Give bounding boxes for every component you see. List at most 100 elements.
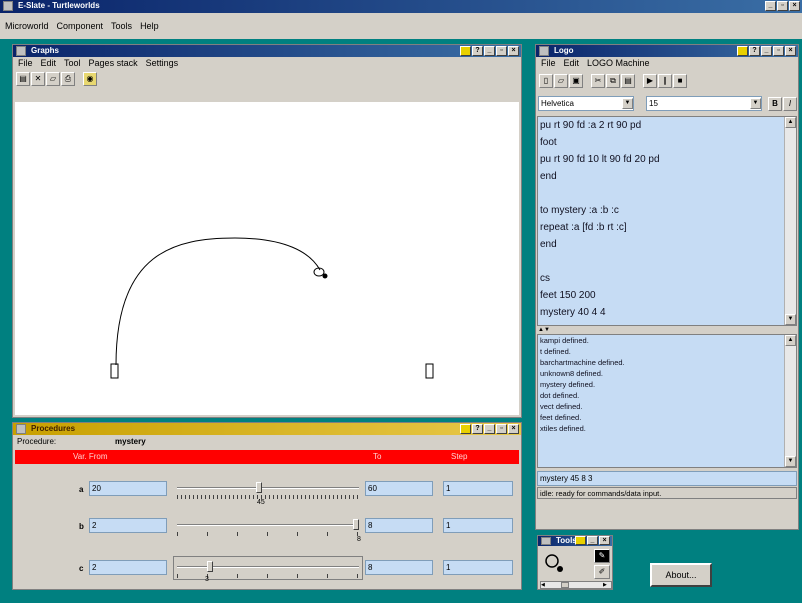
small-tool-title: Tools: [556, 536, 577, 545]
close-icon[interactable]: ×: [508, 46, 519, 56]
message-line: feet defined.: [540, 413, 582, 422]
slider-thumb-c[interactable]: [206, 561, 213, 572]
from-input-c[interactable]: 2: [89, 560, 167, 575]
header-to: To: [373, 452, 382, 461]
var-label-c: c: [79, 564, 84, 573]
open-icon[interactable]: ▱: [554, 74, 568, 88]
logo-title: Logo: [554, 46, 574, 55]
menu-help[interactable]: Help: [140, 13, 159, 39]
new-page-icon[interactable]: ▤: [16, 72, 30, 86]
new-file-icon[interactable]: ▯: [539, 74, 553, 88]
foot-left-icon: [110, 363, 119, 379]
turtle-icon[interactable]: ◉: [83, 72, 97, 86]
menu-microworld[interactable]: Microworld: [5, 13, 49, 39]
pin-icon[interactable]: [460, 46, 471, 56]
minimize-icon[interactable]: _: [484, 424, 495, 434]
save-icon[interactable]: ▣: [569, 74, 583, 88]
minimize-icon[interactable]: _: [761, 46, 772, 56]
message-line: dot defined.: [540, 391, 580, 400]
menu-tool[interactable]: Tool: [64, 57, 81, 70]
close-icon[interactable]: ×: [508, 424, 519, 434]
restore-icon[interactable]: ▫: [777, 1, 788, 11]
scroll-right-icon[interactable]: ▶: [603, 582, 611, 588]
open-icon[interactable]: ▱: [46, 72, 60, 86]
chevron-down-icon: ▼: [750, 98, 761, 109]
code-scrollbar[interactable]: ▲ ▼: [784, 117, 796, 325]
scroll-thumb[interactable]: [561, 582, 569, 588]
menu-pages-stack[interactable]: Pages stack: [89, 57, 138, 70]
run-icon[interactable]: ▶: [643, 74, 657, 88]
pause-icon[interactable]: ∥: [658, 74, 672, 88]
menu-logo-machine[interactable]: LOGO Machine: [587, 57, 650, 70]
menu-file[interactable]: File: [18, 57, 33, 70]
scroll-left-icon[interactable]: ◀: [541, 582, 549, 588]
var-label-b: b: [79, 522, 84, 531]
paste-icon[interactable]: ▤: [621, 74, 635, 88]
step-input-b[interactable]: 1: [443, 518, 513, 533]
scroll-up-icon[interactable]: ▲: [785, 335, 796, 346]
message-line: xtiles defined.: [540, 424, 586, 433]
pin-icon[interactable]: [737, 46, 748, 56]
maximize-icon[interactable]: ▫: [496, 46, 507, 56]
menu-settings[interactable]: Settings: [146, 57, 179, 70]
scroll-up-icon[interactable]: ▲: [785, 117, 796, 128]
to-input-c[interactable]: 8: [365, 560, 433, 575]
clear-icon[interactable]: ✕: [31, 72, 45, 86]
font-name-select[interactable]: Helvetica ▼: [538, 96, 634, 111]
window-icon: [539, 46, 549, 56]
step-input-a[interactable]: 1: [443, 481, 513, 496]
eraser-icon[interactable]: ✐: [594, 565, 610, 579]
message-scrollbar[interactable]: ▲ ▼: [784, 335, 796, 467]
close-icon[interactable]: ×: [789, 1, 800, 11]
close-icon[interactable]: ×: [599, 536, 610, 545]
turtle-canvas[interactable]: [15, 102, 519, 415]
menu-edit[interactable]: Edit: [41, 57, 57, 70]
to-input-b[interactable]: 8: [365, 518, 433, 533]
cut-icon[interactable]: ✂: [591, 74, 605, 88]
code-line: foot: [540, 137, 557, 148]
maximize-icon[interactable]: ▫: [773, 46, 784, 56]
from-input-a[interactable]: 20: [89, 481, 167, 496]
command-input[interactable]: mystery 45 8 3: [537, 471, 797, 486]
to-input-a[interactable]: 60: [365, 481, 433, 496]
minimize-icon[interactable]: _: [587, 536, 598, 545]
step-input-c[interactable]: 1: [443, 560, 513, 575]
bold-button[interactable]: B: [768, 97, 782, 111]
scroll-down-icon[interactable]: ▼: [785, 456, 796, 467]
graphics-toolbar: ▤ ✕ ▱ ⎙ ◉: [13, 70, 521, 88]
minimize-icon[interactable]: _: [484, 46, 495, 56]
scroll-down-icon[interactable]: ▼: [785, 314, 796, 325]
menu-file[interactable]: File: [541, 57, 556, 70]
tool-scrollbar[interactable]: ◀ ▶: [540, 581, 612, 589]
slider-thumb-b[interactable]: [353, 519, 359, 530]
about-button[interactable]: About...: [650, 563, 712, 587]
code-editor[interactable]: pu rt 90 fd :a 2 rt 90 pd foot pu rt 90 fd…: [537, 116, 797, 326]
magnifier-icon[interactable]: [542, 552, 572, 576]
pin-icon[interactable]: [460, 424, 471, 434]
window-icon: [16, 424, 26, 434]
maximize-icon[interactable]: ▫: [496, 424, 507, 434]
window-icon: [16, 46, 26, 56]
slider-track-a: [177, 487, 359, 489]
minimize-icon[interactable]: _: [765, 1, 776, 11]
help-icon[interactable]: ?: [749, 46, 760, 56]
message-line: kampi defined.: [540, 336, 589, 345]
from-input-b[interactable]: 2: [89, 518, 167, 533]
menu-tools[interactable]: Tools: [111, 13, 132, 39]
help-icon[interactable]: ?: [472, 424, 483, 434]
slider-thumb-a[interactable]: [256, 482, 263, 493]
close-icon[interactable]: ×: [785, 46, 796, 56]
font-size-select[interactable]: 15 ▼: [646, 96, 762, 111]
print-icon[interactable]: ⎙: [61, 72, 75, 86]
copy-icon[interactable]: ⧉: [606, 74, 620, 88]
menu-edit[interactable]: Edit: [564, 57, 580, 70]
pin-icon[interactable]: [575, 536, 586, 545]
procedure-name[interactable]: mystery: [115, 437, 146, 446]
code-line: feet 150 200: [540, 290, 596, 301]
stop-icon[interactable]: ■: [673, 74, 687, 88]
italic-button[interactable]: I: [783, 97, 797, 111]
brush-icon[interactable]: ✎: [594, 549, 610, 563]
help-icon[interactable]: ?: [472, 46, 483, 56]
splitter-handle[interactable]: ▲▼: [536, 326, 798, 334]
menu-component[interactable]: Component: [57, 13, 104, 39]
